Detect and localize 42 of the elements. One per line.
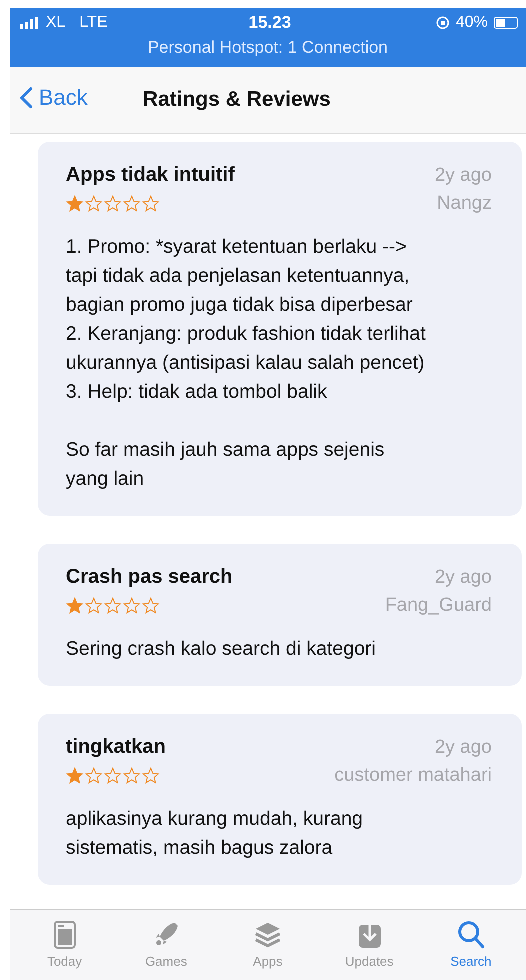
review-text: 1. Promo: *syarat ketentuan berlaku --> tapi tidak ada penjelasan ketentuannya, bagian promo juga tidak bisa diperbesar 2. Keranjang: produk fashion tidak terlihat ukurannya (antisipasi kalau salah pencet) 3. Help: tidak ada tombol balik So far masih jauh sama apps sejenis yang lain xyxy=(66,235,427,492)
empty-star-icon xyxy=(123,767,141,785)
empty-star-icon xyxy=(142,767,160,785)
empty-star-icon xyxy=(123,195,141,213)
filled-star-icon xyxy=(66,767,84,785)
empty-star-icon xyxy=(104,597,122,615)
page-title: Ratings & Reviews xyxy=(143,87,331,113)
review-age: 2y ago xyxy=(434,567,492,589)
rotation-lock-icon xyxy=(436,16,450,30)
tab-button[interactable]: Search xyxy=(426,910,516,980)
review-age: 2y ago xyxy=(434,737,492,759)
review-age: 2y ago xyxy=(434,165,492,187)
review-title: Apps tidak intuitif xyxy=(66,164,235,187)
filled-star-icon xyxy=(66,195,84,213)
tab-button[interactable]: Updates xyxy=(324,910,415,980)
hotspot-banner[interactable]: Personal Hotspot: 1 Connection xyxy=(10,38,526,58)
clock-time: 15.23 xyxy=(248,13,292,33)
review-text: aplikasinya kurang mudah, kurang sistematis, masih bagus zalora xyxy=(66,807,364,861)
empty-star-icon xyxy=(142,597,160,615)
network-type: LTE xyxy=(80,14,108,32)
tab-button[interactable]: Today xyxy=(20,910,110,980)
empty-star-icon xyxy=(142,195,160,213)
review-title: Crash pas search xyxy=(66,566,233,589)
carrier-name: XL xyxy=(46,14,66,32)
empty-star-icon xyxy=(104,195,122,213)
back-button[interactable]: Back xyxy=(20,85,88,111)
battery-icon xyxy=(494,17,520,29)
empty-star-icon xyxy=(123,597,141,615)
empty-star-icon xyxy=(104,767,122,785)
signal-icon xyxy=(20,17,40,29)
reviewer-name: Nangz xyxy=(437,193,492,215)
battery-percentage: 40% xyxy=(456,14,488,32)
layers-icon xyxy=(252,920,283,950)
tab-button[interactable]: Apps xyxy=(222,910,313,980)
search-icon xyxy=(456,920,486,950)
reviewer-name: Fang_Guard xyxy=(385,595,492,617)
reviewer-name: customer matahari xyxy=(334,765,492,787)
chevron-left-icon xyxy=(20,87,33,109)
filled-star-icon xyxy=(66,597,84,615)
tab-button[interactable]: Games xyxy=(121,910,212,980)
review-text: Sering crash kalo search di kategori xyxy=(66,637,377,662)
review-title: tingkatkan xyxy=(66,736,166,759)
